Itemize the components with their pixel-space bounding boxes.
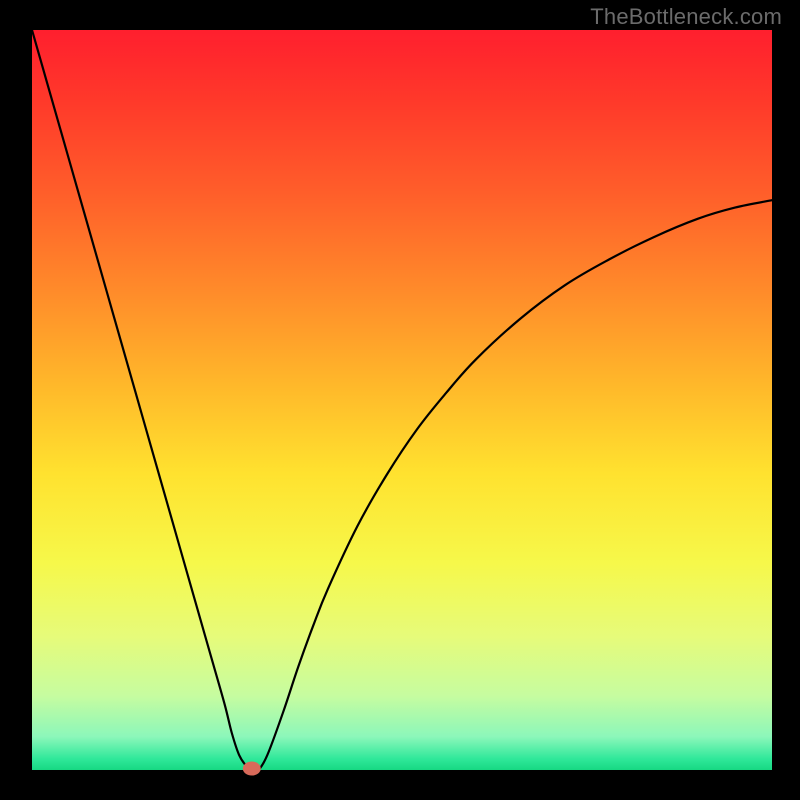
plot-background xyxy=(32,30,772,770)
optimal-point-marker xyxy=(243,762,261,776)
chart-frame: TheBottleneck.com xyxy=(0,0,800,800)
bottleneck-chart xyxy=(0,0,800,800)
